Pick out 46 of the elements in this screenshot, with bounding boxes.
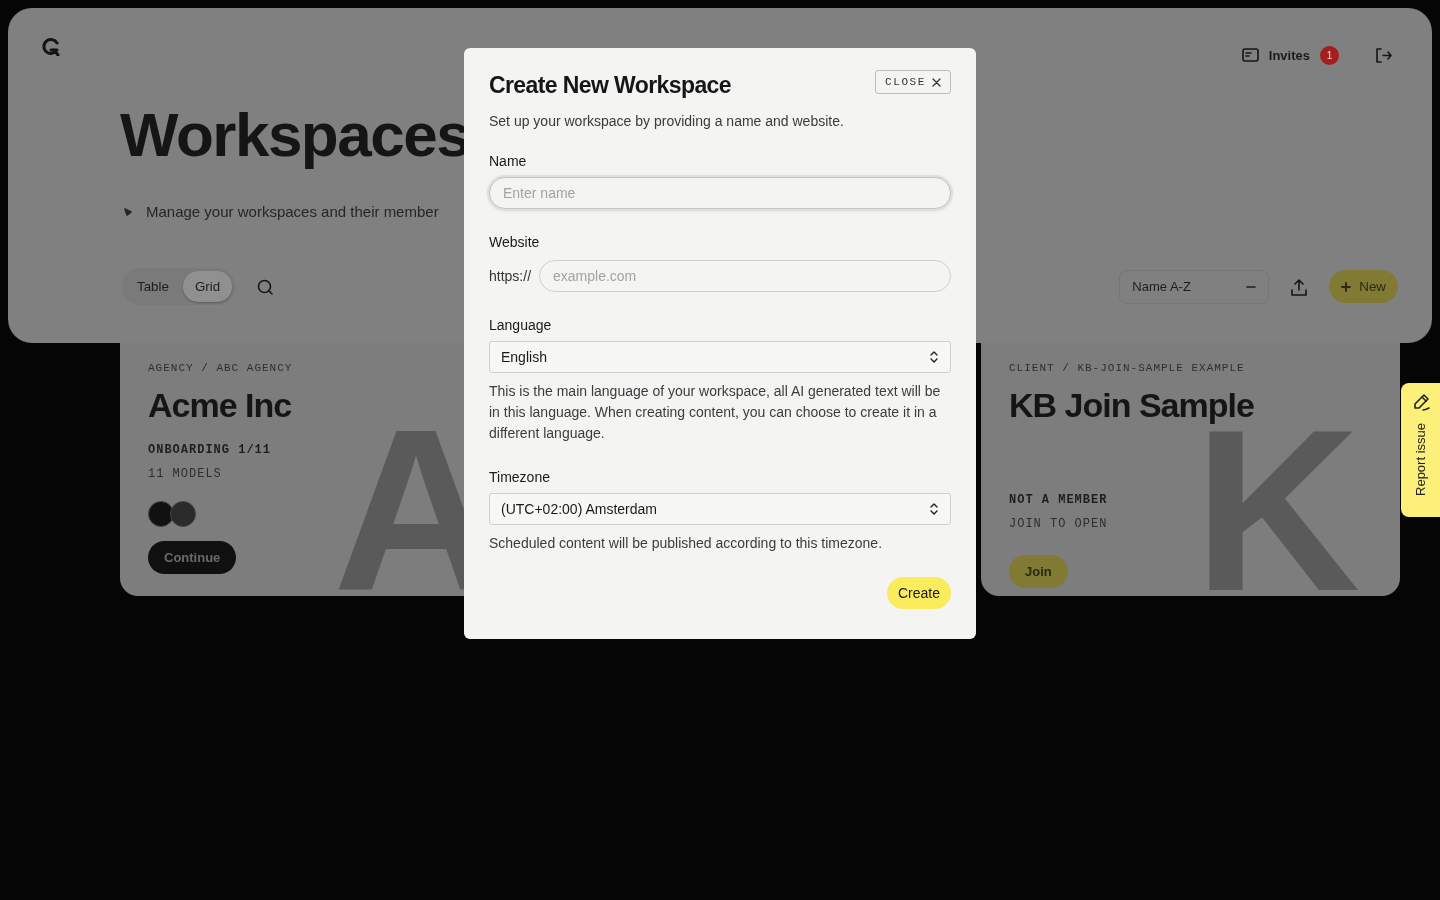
- updown-icon: [929, 502, 939, 516]
- page-subtitle: Manage your workspaces and their member: [146, 203, 439, 220]
- search-icon[interactable]: [257, 278, 274, 295]
- count-badge: 1: [1320, 45, 1339, 65]
- field-label: Website: [489, 234, 541, 250]
- continue-button[interactable]: Continue: [148, 541, 237, 574]
- card-meta: JOIN TO OPEN: [1009, 517, 1108, 531]
- card-title: Acme Inc: [148, 386, 292, 425]
- name-field[interactable]: Enter name: [489, 177, 951, 209]
- new-button[interactable]: New: [1329, 270, 1398, 303]
- report-issue-tab[interactable]: Report issue: [1401, 383, 1440, 517]
- card-meta: 11 MODELS: [148, 467, 222, 481]
- url-prefix: https://: [489, 268, 532, 284]
- close-button[interactable]: CLOSE: [875, 70, 951, 94]
- website-field[interactable]: example.com: [539, 260, 951, 292]
- card-breadcrumb: AGENCY / ABC AGENCY: [148, 362, 293, 374]
- card-meta: ONBOARDING 1/11: [148, 443, 272, 457]
- help-text: This is the main language of your workspace, all AI generated text will be in this language. When creating content, you can choose to create it in a different language.: [489, 382, 942, 443]
- bullet-icon: [124, 207, 132, 216]
- view-tab[interactable]: Grid: [182, 271, 233, 302]
- sort-select[interactable]: Name A-Z: [1119, 269, 1270, 304]
- logo-icon: [42, 38, 60, 56]
- create-button[interactable]: Create: [886, 577, 951, 609]
- card-breadcrumb: CLIENT / KB-JOIN-SAMPLE EXAMPLE: [1009, 362, 1245, 374]
- dialog-title: Create New Workspace: [489, 72, 731, 99]
- updown-icon: [929, 350, 939, 364]
- invites-link[interactable]: Invites: [1268, 47, 1310, 63]
- upload-icon[interactable]: [1291, 277, 1308, 296]
- view-tab[interactable]: Table: [125, 271, 181, 302]
- field-label: Timezone: [489, 469, 551, 485]
- help-text: Scheduled content will be published according to this timezone.: [489, 534, 884, 553]
- close-icon: [932, 77, 941, 87]
- avatar: [170, 501, 196, 527]
- mail-icon[interactable]: [1241, 48, 1259, 62]
- logout-icon[interactable]: [1375, 46, 1392, 64]
- pencil-icon: [1411, 393, 1430, 411]
- dialog-description: Set up your workspace by providing a name and website.: [489, 113, 845, 129]
- avatar: [148, 501, 174, 527]
- plus-icon: [1341, 281, 1352, 292]
- select-field[interactable]: (UTC+02:00) Amsterdam: [489, 493, 951, 525]
- field-label: Name: [489, 153, 528, 169]
- field-label: Language: [489, 317, 553, 333]
- card-title: KB Join Sample: [1009, 386, 1254, 425]
- select-field[interactable]: English: [489, 341, 951, 373]
- join-button[interactable]: Join: [1009, 555, 1068, 588]
- card-meta: NOT A MEMBER: [1009, 493, 1108, 507]
